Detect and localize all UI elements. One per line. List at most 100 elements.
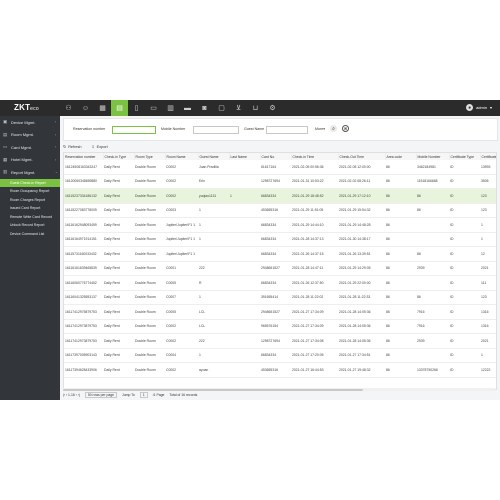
- sidebar: ▣ Device Mgmt. › ▤ Room Mgmt. › ▭ Card Mgmt. › ▦ H…: [0, 116, 60, 400]
- tv-icon[interactable]: ▢: [213, 100, 230, 116]
- table-cell: 222: [198, 333, 229, 349]
- grid-icon[interactable]: ▦: [94, 100, 111, 116]
- table-cell: Daily Rent: [103, 362, 134, 378]
- table-cell: 2021-01-28 11:22:33: [338, 290, 385, 305]
- user-icon[interactable]: ☺: [77, 100, 94, 116]
- export-button[interactable]: ⇩ Export: [91, 144, 107, 150]
- column-header[interactable]: Room Type: [134, 153, 166, 160]
- table-cell: 2939: [416, 261, 449, 276]
- column-header[interactable]: Area code: [385, 153, 417, 160]
- table-cell: ayoan: [198, 362, 229, 378]
- guest-name-input[interactable]: [266, 126, 308, 134]
- sidebar-item-device-mgmt[interactable]: ▣ Device Mgmt. ›: [0, 116, 60, 129]
- table-cell: 453655316: [260, 203, 291, 218]
- table-cell: C0004: [165, 348, 198, 363]
- rows-per-page-select[interactable]: 50 rows per page: [84, 392, 118, 398]
- sidebar-subitem-remote-write-card-record[interactable]: Remote Write Card Record: [0, 213, 60, 222]
- table-cell: 2021-01-29 14:44:10: [291, 217, 338, 233]
- column-header[interactable]: Guest Name: [198, 153, 230, 160]
- table-row[interactable]: 16116161639465839 Daily Rent Double Room C0…: [64, 261, 496, 276]
- table-cell: 2021-01-27 17:34:08: [291, 333, 338, 349]
- table-cell: ID: [449, 275, 480, 291]
- sidebar-subitem-room-charges-report[interactable]: Room Charges Report: [0, 196, 60, 205]
- table-cell: 86: [416, 290, 449, 305]
- table-row[interactable]: 16116162948093459 Daily Rent Double Room Ju…: [64, 217, 496, 233]
- door-icon[interactable]: ▯: [128, 100, 145, 116]
- table-cell: Double Room: [134, 348, 165, 363]
- table-row[interactable]: 16115237334186132 Daily Rent Double Room C0…: [64, 188, 496, 204]
- reservation-number-input[interactable]: [112, 126, 156, 134]
- column-header[interactable]: Reservation number: [64, 153, 104, 160]
- table-row[interactable]: 16117412973879753 Daily Rent Double Room C0…: [64, 333, 496, 349]
- more-filters-button[interactable]: More▾: [315, 127, 325, 131]
- settings-icon[interactable]: ⚙: [264, 100, 281, 116]
- table-cell: 7916: [416, 319, 449, 334]
- column-header[interactable]: Check-Out Time: [338, 153, 386, 160]
- jump-to-input[interactable]: 1: [139, 392, 148, 398]
- clear-filters-button[interactable]: ⊗: [342, 125, 349, 132]
- column-header[interactable]: Certificate: [480, 153, 496, 160]
- table-cell: 12222: [480, 362, 496, 378]
- table-row[interactable]: 16116164971914151 Daily Rent Double Room Ju…: [64, 232, 496, 247]
- column-header[interactable]: Check-in Type: [103, 153, 135, 160]
- column-header[interactable]: Room Name: [165, 153, 199, 160]
- table-row[interactable]: 16115731160033432 Daily Rent Double Room Ju…: [64, 246, 496, 262]
- table-cell: 2021-01-26 13:39:51: [338, 246, 385, 262]
- car-icon[interactable]: ◙: [196, 100, 213, 116]
- module-icon-bar: ⚇ ☺ ▦ ▤ ▯ ▭ ▥ ▬ ◙ ▢ ⊻ ⊔ ⚙: [60, 100, 281, 116]
- sidebar-item-card-mgmt[interactable]: ▭ Card Mgmt. ›: [0, 141, 60, 154]
- column-header[interactable]: Mobile Number: [416, 153, 450, 160]
- user-menu[interactable]: ● admin ▾: [466, 104, 492, 111]
- table-row[interactable]: 16116060776774452 Daily Rent Double Room C0…: [64, 275, 496, 291]
- sidebar-subitem-device-command-list[interactable]: Device Command List: [0, 230, 60, 239]
- table-cell: 2021-02-02 08:26:11: [338, 174, 385, 189]
- sidebar-subitem-guest-check-in-report[interactable]: Guest Check-in Report: [0, 178, 60, 187]
- table-cell: 2021-01-29 14:48:28: [338, 217, 385, 233]
- table-cell: Daily Rent: [103, 348, 134, 363]
- lock-icon[interactable]: ▤: [111, 100, 128, 116]
- table-cell: Double Room: [134, 319, 165, 334]
- basket-icon[interactable]: ⊔: [247, 100, 264, 116]
- table-cell: Jupiter/Jupiter\F1 1: [165, 232, 198, 247]
- sidebar-subitem-unlock-record-report[interactable]: Unlock Record Report: [0, 221, 60, 230]
- table-cell: 7916: [416, 304, 449, 320]
- table-row[interactable]: 16117412975879753 Daily Rent Double Room C0…: [64, 304, 496, 320]
- table-row[interactable]: 16117412973879753 Daily Rent Double Room C0…: [64, 319, 496, 334]
- column-header[interactable]: Check-in Time: [291, 153, 339, 160]
- search-button[interactable]: ⌕: [330, 125, 337, 132]
- column-header[interactable]: Card No.: [260, 153, 292, 160]
- table-cell: 2021-01-28 14:37:13: [291, 232, 338, 247]
- table-row[interactable]: 16124508163343247 Daily Rent Double Room C0…: [64, 160, 496, 175]
- table-cell: [416, 217, 449, 233]
- mobile-number-input[interactable]: [193, 126, 239, 134]
- avatar-icon: ●: [466, 104, 474, 111]
- column-header[interactable]: Certificate Type: [449, 153, 481, 160]
- sidebar-item-report-mgmt[interactable]: ▥ Report Mgmt. ⌄: [0, 166, 60, 179]
- sidebar-subitem-room-occupancy-report[interactable]: Room Occupancy Report: [0, 187, 60, 196]
- sidebar-subitem-issued-card-report[interactable]: Issued Card Report: [0, 204, 60, 213]
- column-header[interactable]: Last Name: [229, 153, 261, 160]
- page-nav-controls[interactable]: |‹ ‹ 1-16 › ›|: [63, 393, 80, 397]
- table-cell: Daily Rent: [103, 160, 134, 175]
- refresh-button[interactable]: ↻ Refresh: [63, 144, 81, 150]
- card-icon[interactable]: ▭: [145, 100, 162, 116]
- table-cell: C0002: [165, 160, 198, 175]
- building-icon[interactable]: ▥: [162, 100, 179, 116]
- bed-icon[interactable]: ▬: [179, 100, 196, 116]
- table-row[interactable]: 16115227083778005 Daily Rent Double Room C0…: [64, 203, 496, 218]
- table-row[interactable]: 16116041325553137 Daily Rent Double Room C0…: [64, 290, 496, 305]
- total-records-label: Total of 16 records: [169, 393, 198, 397]
- table-row[interactable]: 16117397005903143 Daily Rent Double Room C0…: [64, 348, 496, 363]
- table-cell: 66834334: [260, 217, 291, 233]
- table-cell: R: [198, 275, 229, 291]
- table-cell: 66834334: [260, 246, 291, 262]
- table-cell: C0007: [165, 290, 198, 305]
- cart-icon[interactable]: ⊻: [230, 100, 247, 116]
- table-cell: 2021: [480, 333, 496, 349]
- sidebar-item-label: Device Mgmt.: [11, 119, 36, 125]
- people-icon[interactable]: ⚇: [60, 100, 77, 116]
- table-row[interactable]: 16117394628433906 Daily Rent Double Room C0…: [64, 362, 496, 378]
- sidebar-item-room-mgmt[interactable]: ▤ Room Mgmt. ›: [0, 129, 60, 142]
- table-row[interactable]: 16120060348659880 Daily Rent Double Room C0…: [64, 174, 496, 189]
- sidebar-item-hotel-mgmt[interactable]: ▦ Hotel Mgmt. ›: [0, 154, 60, 167]
